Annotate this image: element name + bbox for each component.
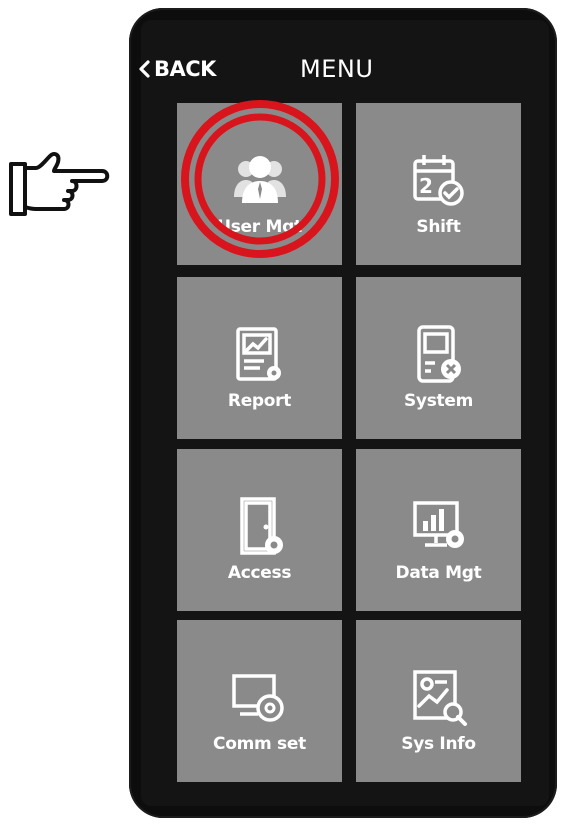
- data-chart-gear-icon: [412, 501, 464, 548]
- tile-label: User Mgt: [217, 217, 302, 237]
- back-button[interactable]: BACK: [137, 52, 216, 86]
- tile-system[interactable]: System: [356, 277, 521, 439]
- tile-label: Sys Info: [401, 734, 476, 754]
- tile-shift[interactable]: 2 Shift: [356, 103, 521, 265]
- tile-label: Comm set: [213, 734, 306, 754]
- tile-report[interactable]: Report: [177, 277, 342, 439]
- users-icon: [233, 156, 286, 203]
- tile-label: System: [403, 391, 473, 411]
- svg-text:2: 2: [419, 174, 433, 198]
- tile-user-mgt[interactable]: User Mgt: [177, 103, 342, 265]
- tile-sys-info[interactable]: Sys Info: [356, 620, 521, 782]
- monitor-gear-icon: [231, 674, 284, 722]
- tile-label: Data Mgt: [395, 563, 482, 583]
- tile-label: Access: [227, 563, 292, 583]
- tile-label: Shift: [416, 217, 461, 237]
- tile-data-mgt[interactable]: Data Mgt: [356, 449, 521, 611]
- tile-access[interactable]: Access: [177, 449, 342, 611]
- tile-comm-set[interactable]: Comm set: [177, 620, 342, 782]
- report-chart-icon: [235, 327, 281, 381]
- pointing-hand-icon: [9, 152, 110, 216]
- door-gear-icon: [239, 497, 283, 555]
- calendar-check-icon: 2: [412, 155, 464, 206]
- back-label: BACK: [154, 57, 216, 81]
- tile-label: Report: [227, 391, 292, 411]
- info-search-icon: [412, 670, 467, 726]
- chevron-left-icon: [139, 60, 150, 78]
- page-title: MENU: [300, 55, 374, 83]
- device-settings-icon: [416, 325, 461, 383]
